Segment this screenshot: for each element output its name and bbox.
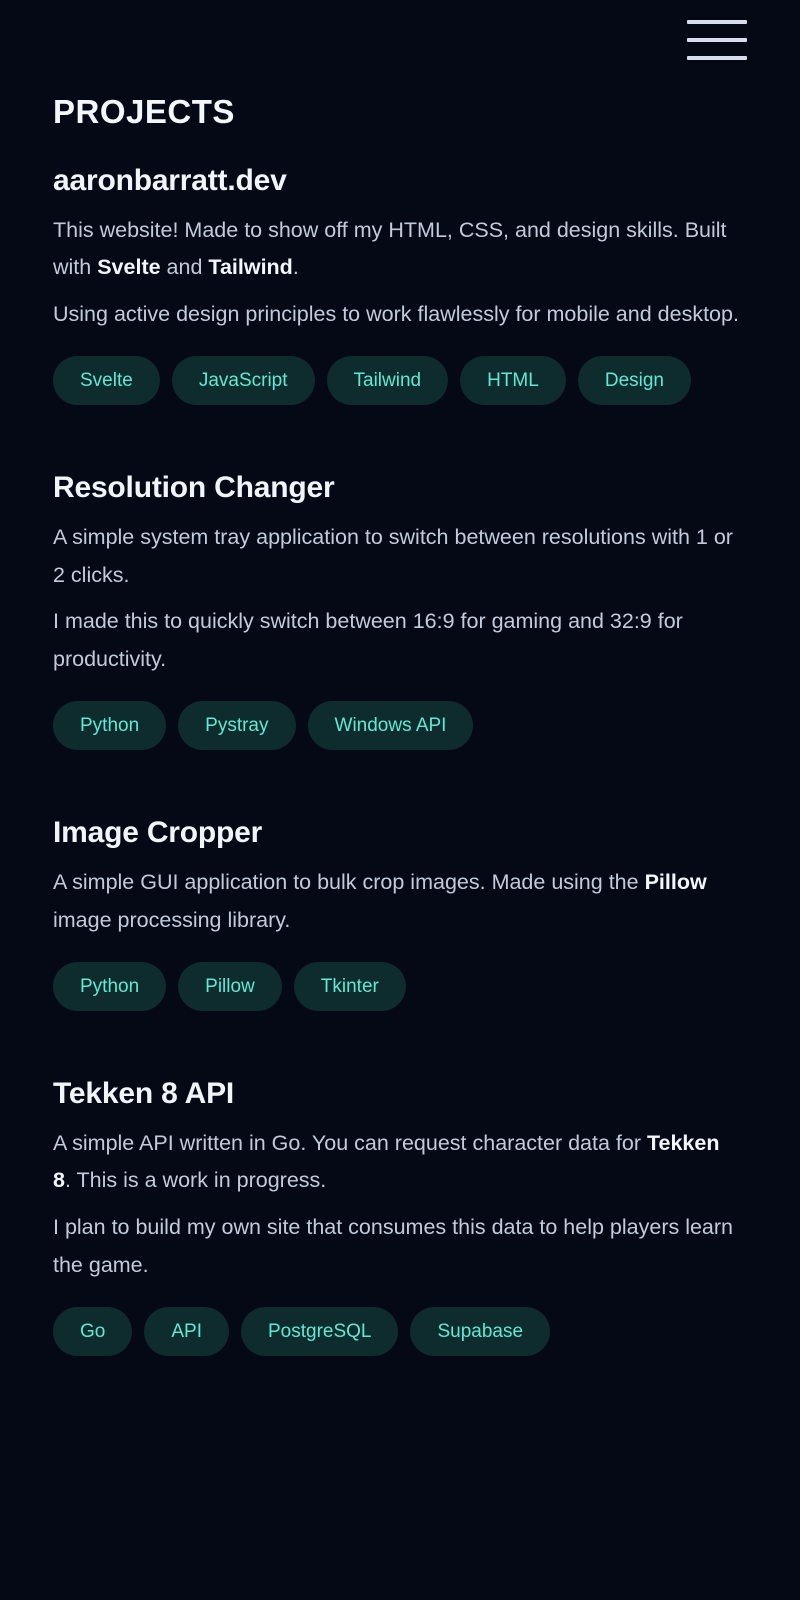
project-card: aaronbarratt.dev This website! Made to sh…: [53, 162, 747, 406]
project-tag-list: Python Pystray Windows API: [53, 701, 747, 751]
projects-list: aaronbarratt.dev This website! Made to sh…: [53, 162, 747, 1357]
project-title: Resolution Changer: [53, 471, 335, 505]
project-description: A simple system tray application to swit…: [53, 519, 743, 594]
project-title: Image Cropper: [53, 816, 263, 850]
description-text: A simple GUI application to bulk crop im…: [53, 869, 645, 894]
project-tag-list: Svelte JavaScript Tailwind HTML Design: [53, 356, 747, 406]
description-text: A simple system tray application to swit…: [53, 524, 733, 587]
description-text: I plan to build my own site that consume…: [53, 1214, 734, 1277]
page-title: PROJECTS: [53, 93, 235, 130]
project-tag[interactable]: Windows API: [307, 701, 474, 751]
project-tag[interactable]: PostgreSQL: [240, 1307, 399, 1357]
highlighted-term: Tailwind: [208, 255, 293, 280]
project-tag[interactable]: API: [144, 1307, 229, 1357]
project-card: Resolution Changer A simple system tray a…: [53, 469, 747, 751]
project-tag[interactable]: Python: [53, 962, 167, 1012]
hamburger-menu-icon[interactable]: [687, 14, 747, 66]
project-tag[interactable]: Go: [53, 1307, 133, 1357]
highlighted-term: Svelte: [97, 255, 161, 280]
project-tag[interactable]: Svelte: [53, 356, 160, 406]
description-text: and: [160, 255, 209, 280]
project-tag[interactable]: Supabase: [410, 1307, 551, 1357]
project-description: A simple API written in Go. You can requ…: [53, 1125, 743, 1200]
description-text: A simple API written in Go. You can requ…: [53, 1130, 647, 1155]
project-tag-list: Python Pillow Tkinter: [53, 962, 747, 1012]
project-card: Tekken 8 API A simple API written in Go. …: [53, 1075, 747, 1357]
project-tag[interactable]: Tkinter: [293, 962, 406, 1012]
hamburger-bar-middle: [687, 38, 747, 42]
project-tag[interactable]: Pillow: [178, 962, 282, 1012]
description-text: . This is a work in progress.: [64, 1168, 327, 1193]
description-text: image processing library.: [53, 907, 291, 932]
project-description: Using active design principles to work f…: [53, 296, 743, 334]
project-description: I plan to build my own site that consume…: [53, 1209, 743, 1284]
description-text: .: [292, 255, 299, 280]
project-tag[interactable]: Tailwind: [326, 356, 449, 406]
highlighted-term: Pillow: [644, 869, 707, 894]
project-tag[interactable]: JavaScript: [171, 356, 315, 406]
description-text: I made this to quickly switch between 16…: [53, 609, 683, 671]
hamburger-bar-bottom: [687, 56, 747, 60]
project-tag[interactable]: Python: [53, 701, 167, 751]
project-title: Tekken 8 API: [53, 1077, 235, 1111]
project-description: This website! Made to show off my HTML, …: [53, 212, 743, 287]
page-root: PROJECTS aaronbarratt.dev This website! M…: [0, 0, 800, 1600]
project-description: A simple GUI application to bulk crop im…: [53, 864, 743, 939]
top-navigation-bar: [0, 0, 800, 82]
project-title: aaronbarratt.dev: [53, 164, 287, 197]
project-tag[interactable]: Pystray: [178, 701, 296, 751]
project-tag[interactable]: Design: [577, 356, 691, 406]
project-card: Image Cropper A simple GUI application to…: [53, 814, 747, 1012]
project-description: I made this to quickly switch between 16…: [53, 603, 743, 678]
project-tag[interactable]: HTML: [460, 356, 566, 406]
project-tag-list: Go API PostgreSQL Supabase: [53, 1307, 747, 1357]
hamburger-bar-top: [687, 20, 747, 24]
description-text: Using active design principles to work f…: [53, 301, 739, 326]
